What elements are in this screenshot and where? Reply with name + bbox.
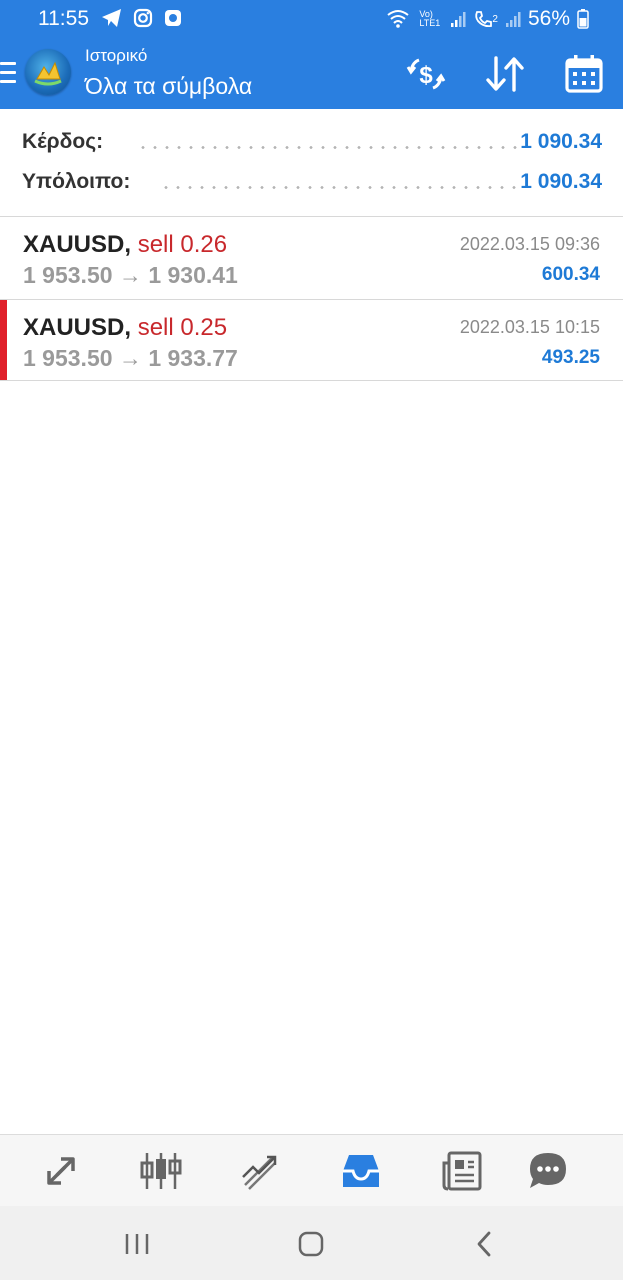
- calendar-icon[interactable]: [562, 52, 606, 96]
- deposit-withdraw-icon[interactable]: $: [404, 52, 448, 96]
- telegram-icon: [102, 9, 121, 27]
- balance-label: Υπόλοιπο:: [22, 170, 131, 193]
- profit-row: Κέρδος: 1 090.34: [22, 130, 602, 160]
- status-system-icons: Vo) LTE1 2 56%: [386, 7, 589, 31]
- trade-row[interactable]: XAUUSD, sell 0.25 1 953.50 → 1 933.77 20…: [0, 300, 623, 380]
- balance-value: 1 090.34: [520, 170, 602, 193]
- svg-text:$: $: [419, 62, 433, 89]
- trade-side-volume: sell 0.25: [137, 314, 228, 341]
- status-notification-icons: [101, 8, 183, 28]
- app-bar: Ιστορικό Όλα τα σύμβολα $: [0, 38, 623, 109]
- message-icon: [165, 10, 181, 26]
- trade-profit: 493.25: [541, 347, 600, 368]
- trade-separator: ,: [124, 314, 132, 341]
- signal-icon: [451, 12, 466, 27]
- wifi-calling-icon: [387, 10, 410, 28]
- page-title[interactable]: Όλα τα σύμβολα: [85, 73, 252, 100]
- arrow-right-icon: →: [118, 262, 142, 288]
- dotted-leader: [160, 186, 517, 189]
- news-icon[interactable]: [440, 1149, 484, 1193]
- recent-apps-icon[interactable]: [119, 1226, 155, 1262]
- app-bar-subtitle: Ιστορικό: [85, 46, 148, 65]
- status-bar: 11:55 Vo) LTE1 2 56%: [0, 0, 623, 38]
- open-price: 1 953.50: [23, 345, 113, 371]
- call-icon: [475, 11, 493, 28]
- trade-side-volume: sell 0.26: [137, 231, 228, 258]
- bottom-nav: [0, 1134, 623, 1207]
- metatrader-logo-icon: [25, 49, 71, 95]
- signal-2-icon: [505, 12, 521, 27]
- history-icon[interactable]: [339, 1149, 383, 1193]
- selected-marker: [0, 300, 7, 380]
- home-icon[interactable]: [293, 1226, 329, 1262]
- divider: [0, 380, 623, 381]
- trade-prices: 1 953.50 → 1 933.77: [23, 345, 238, 372]
- trade-prices: 1 953.50 → 1 930.41: [23, 262, 238, 289]
- quotes-icon[interactable]: [39, 1149, 83, 1193]
- trade-profit: 600.34: [541, 264, 600, 285]
- close-price: 1 930.41: [148, 262, 238, 288]
- system-nav-bar: [0, 1206, 623, 1280]
- network-label: Vo) LTE1: [419, 9, 441, 28]
- trade-icon[interactable]: [239, 1149, 283, 1193]
- dotted-leader: [137, 146, 517, 149]
- trade-time: 2022.03.15 10:15: [459, 317, 600, 337]
- chat-icon[interactable]: [526, 1149, 570, 1193]
- trade-symbol: XAUUSD: [23, 231, 125, 258]
- trade-row[interactable]: XAUUSD, sell 0.26 1 953.50 → 1 930.41 20…: [0, 217, 623, 297]
- menu-icon[interactable]: [0, 62, 16, 84]
- profit-value: 1 090.34: [520, 130, 602, 153]
- arrow-right-icon: →: [118, 345, 142, 371]
- profit-label: Κέρδος:: [22, 130, 104, 153]
- back-icon[interactable]: [467, 1226, 503, 1262]
- close-price: 1 933.77: [148, 345, 238, 371]
- sort-icon[interactable]: [483, 52, 527, 96]
- open-price: 1 953.50: [23, 262, 113, 288]
- trade-symbol: XAUUSD: [23, 314, 125, 341]
- balance-row: Υπόλοιπο: 1 090.34: [22, 170, 602, 200]
- trade-header: XAUUSD, sell 0.25: [23, 314, 227, 342]
- trade-time: 2022.03.15 09:36: [459, 234, 600, 254]
- status-time: 11:55: [38, 7, 89, 30]
- battery-icon: [577, 9, 589, 29]
- chart-icon[interactable]: [139, 1149, 183, 1193]
- trade-header: XAUUSD, sell 0.26: [23, 231, 227, 259]
- battery-percent: 56%: [527, 7, 570, 30]
- trade-separator: ,: [124, 231, 132, 258]
- sim-label: 2: [492, 13, 498, 25]
- instagram-icon: [133, 8, 153, 28]
